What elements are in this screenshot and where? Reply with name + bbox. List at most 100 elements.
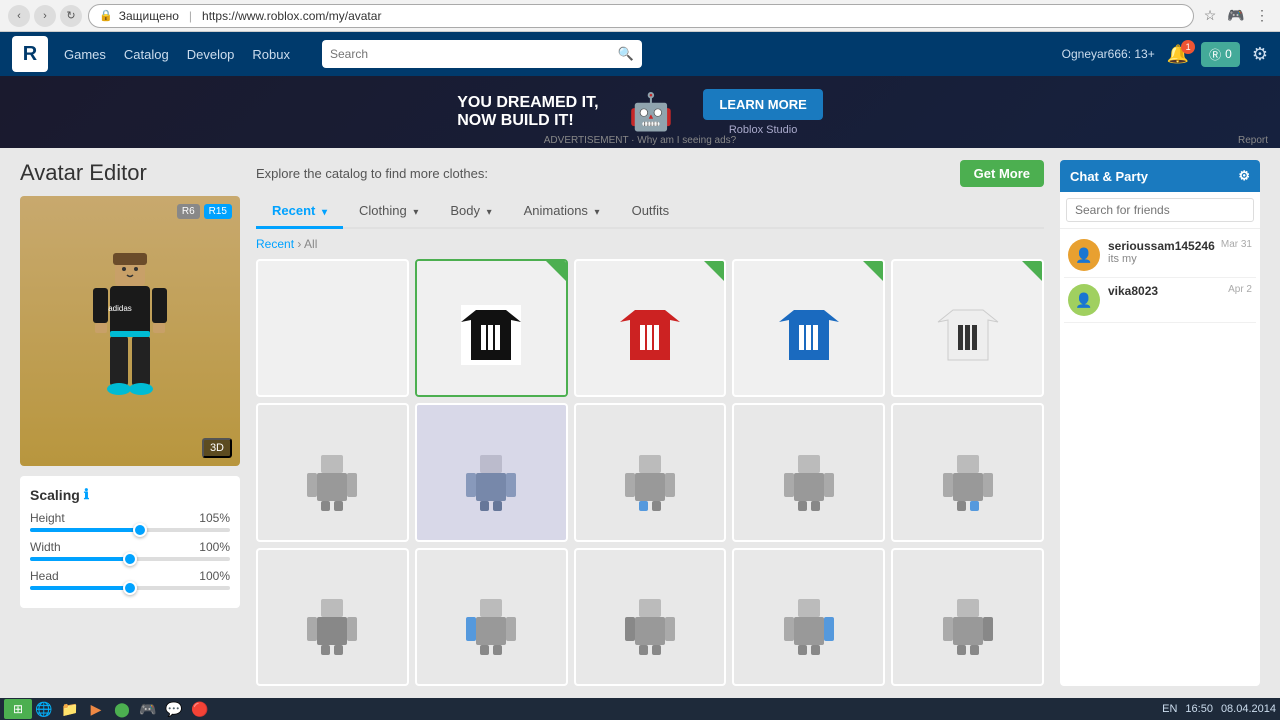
ad-line1: YOU DREAMED IT, <box>457 94 598 112</box>
head-slider-thumb[interactable] <box>123 581 137 595</box>
report-ad-link[interactable]: Report <box>1238 135 1268 146</box>
nav-games[interactable]: Games <box>64 47 106 62</box>
taskbar: ⊞ 🌐 📁 ▶ ⬤ 🎮 💬 🔴 EN 16:50 08.04.2014 <box>0 698 1280 720</box>
bookmark-icon[interactable]: ☆ <box>1200 6 1220 26</box>
browser-nav-buttons: ‹ › ↻ <box>8 5 82 27</box>
list-item[interactable]: ROBLOX Boy Le... <box>415 548 568 686</box>
friend-time: Apr 2 <box>1228 284 1252 295</box>
list-item[interactable]: Red adidas <box>574 259 727 397</box>
catalog-explore-text: Explore the catalog to find more clothes… <box>256 166 488 181</box>
forward-button[interactable]: › <box>34 5 56 27</box>
taskbar-steam-icon[interactable]: 🎮 <box>136 699 160 719</box>
height-slider-thumb[interactable] <box>133 523 147 537</box>
notification-badge: 1 <box>1181 40 1195 54</box>
nav-right: Ogneyar666: 13+ 🔔 1 Ⓡ 0 ⚙ <box>1062 42 1268 67</box>
list-item[interactable]: Man Left Leg <box>732 403 885 541</box>
scaling-head-row: Head 100% <box>30 569 230 590</box>
scaling-width-row: Width 100% <box>30 540 230 561</box>
chat-friend-item[interactable]: 👤 vika8023 Apr 2 <box>1064 278 1256 323</box>
lock-icon: 🔒 <box>99 9 113 22</box>
list-item[interactable]: wHvtlPPkYg4 (1) <box>256 259 409 397</box>
main-content: Avatar Editor R6 R15 <box>0 148 1280 698</box>
friend-info: vika8023 <box>1108 284 1220 298</box>
taskbar-chrome-icon[interactable]: ⬤ <box>110 699 134 719</box>
taskbar-media-icon[interactable]: ▶ <box>84 699 108 719</box>
chat-friend-item[interactable]: 👤 serioussam145246 its my Mar 31 <box>1064 233 1256 278</box>
taskbar-folder-icon[interactable]: 📁 <box>58 699 82 719</box>
robux-count: 0 <box>1225 47 1232 61</box>
head-slider-track <box>30 586 230 590</box>
item-thumbnail <box>734 405 883 541</box>
ad-line2: NOW BUILD IT! <box>457 112 598 130</box>
list-item[interactable]: ROBLOX Boy To... <box>256 403 409 541</box>
roblox-navbar: R Games Catalog Develop Robux 🔍 Ogneyar6… <box>0 32 1280 76</box>
height-value: 105% <box>199 511 230 525</box>
item-thumbnail <box>734 550 883 686</box>
tab-animations[interactable]: Animations ▾ <box>508 195 616 229</box>
roblox-logo[interactable]: R <box>12 36 48 72</box>
back-button[interactable]: ‹ <box>8 5 30 27</box>
chat-options-icon[interactable]: ⚙ <box>1238 168 1250 184</box>
notifications-icon[interactable]: 🔔 1 <box>1167 44 1189 65</box>
list-item[interactable]: wHvtlPPkYg4 <box>415 259 568 397</box>
tab-outfits[interactable]: Outfits <box>616 195 686 229</box>
nav-catalog[interactable]: Catalog <box>124 47 169 62</box>
3d-toggle-button[interactable]: 3D <box>202 438 232 458</box>
badge-r15[interactable]: R15 <box>204 204 232 219</box>
robux-button[interactable]: Ⓡ 0 <box>1201 42 1240 67</box>
address-bar[interactable]: 🔒 Защищено | https://www.roblox.com/my/a… <box>88 4 1194 28</box>
list-item[interactable]: Man Right Leg <box>256 548 409 686</box>
menu-icon[interactable]: ⋮ <box>1252 6 1272 26</box>
list-item[interactable]: Man Right Arm <box>891 548 1044 686</box>
roblox-studio-label: Roblox Studio <box>729 124 798 136</box>
catalog-bar: Explore the catalog to find more clothes… <box>256 160 1044 187</box>
center-panel: Explore the catalog to find more clothes… <box>256 160 1044 686</box>
height-slider-fill <box>30 528 140 532</box>
list-item[interactable]: ROBLOX Boy Ri... <box>891 403 1044 541</box>
item-thumbnail <box>417 405 566 541</box>
settings-icon[interactable]: ⚙ <box>1252 44 1268 65</box>
selected-indicator <box>863 261 883 281</box>
breadcrumb-parent[interactable]: Recent <box>256 237 294 251</box>
chat-panel: Chat & Party ⚙ 👤 serioussam145246 its my… <box>1060 160 1260 686</box>
list-item[interactable]: Man Left Arm <box>574 548 727 686</box>
scaling-info-icon[interactable]: ℹ <box>84 486 89 503</box>
roblox-ext-icon[interactable]: 🎮 <box>1226 6 1246 26</box>
badge-r6[interactable]: R6 <box>177 204 200 219</box>
friend-avatar: 👤 <box>1068 239 1100 271</box>
tab-body[interactable]: Body ▾ <box>434 195 507 229</box>
chat-search-input[interactable] <box>1066 198 1254 222</box>
item-thumbnail <box>893 405 1042 541</box>
list-item[interactable]: ROBLOX Boy Le... <box>574 403 727 541</box>
svg-text:adidas: adidas <box>108 304 132 313</box>
tab-clothing[interactable]: Clothing ▾ <box>343 195 434 229</box>
list-item[interactable]: Blue adidas <box>732 259 885 397</box>
nav-search-container: 🔍 <box>322 40 642 68</box>
item-thumbnail <box>417 261 566 397</box>
refresh-button[interactable]: ↻ <box>60 5 82 27</box>
browser-action-buttons: ☆ 🎮 ⋮ <box>1200 6 1272 26</box>
height-slider-track <box>30 528 230 532</box>
nav-develop[interactable]: Develop <box>187 47 235 62</box>
breadcrumb-current: All <box>304 237 317 251</box>
width-slider-thumb[interactable] <box>123 552 137 566</box>
search-icon[interactable]: 🔍 <box>618 46 634 62</box>
item-thumbnail <box>893 261 1042 397</box>
search-input[interactable] <box>330 47 612 61</box>
scaling-height-row: Height 105% <box>30 511 230 532</box>
avatar-preview: R6 R15 <box>20 196 240 466</box>
selected-indicator <box>546 261 566 281</box>
learn-more-button[interactable]: LEARN MORE <box>703 89 822 120</box>
taskbar-discord-icon[interactable]: 💬 <box>162 699 186 719</box>
nav-robux[interactable]: Robux <box>252 47 290 62</box>
taskbar-ie-icon[interactable]: 🌐 <box>32 699 56 719</box>
list-item[interactable]: ROBLOX Boy Ri... <box>732 548 885 686</box>
start-button[interactable]: ⊞ <box>4 699 32 719</box>
chat-header: Chat & Party ⚙ <box>1060 160 1260 192</box>
get-more-button[interactable]: Get More <box>960 160 1044 187</box>
list-item[interactable]: Adidas white <box>891 259 1044 397</box>
tab-recent[interactable]: Recent ▾ <box>256 195 343 229</box>
taskbar-roblox-icon[interactable]: 🔴 <box>188 699 212 719</box>
list-item[interactable]: Man Torso <box>415 403 568 541</box>
friend-time: Mar 31 <box>1221 239 1252 250</box>
